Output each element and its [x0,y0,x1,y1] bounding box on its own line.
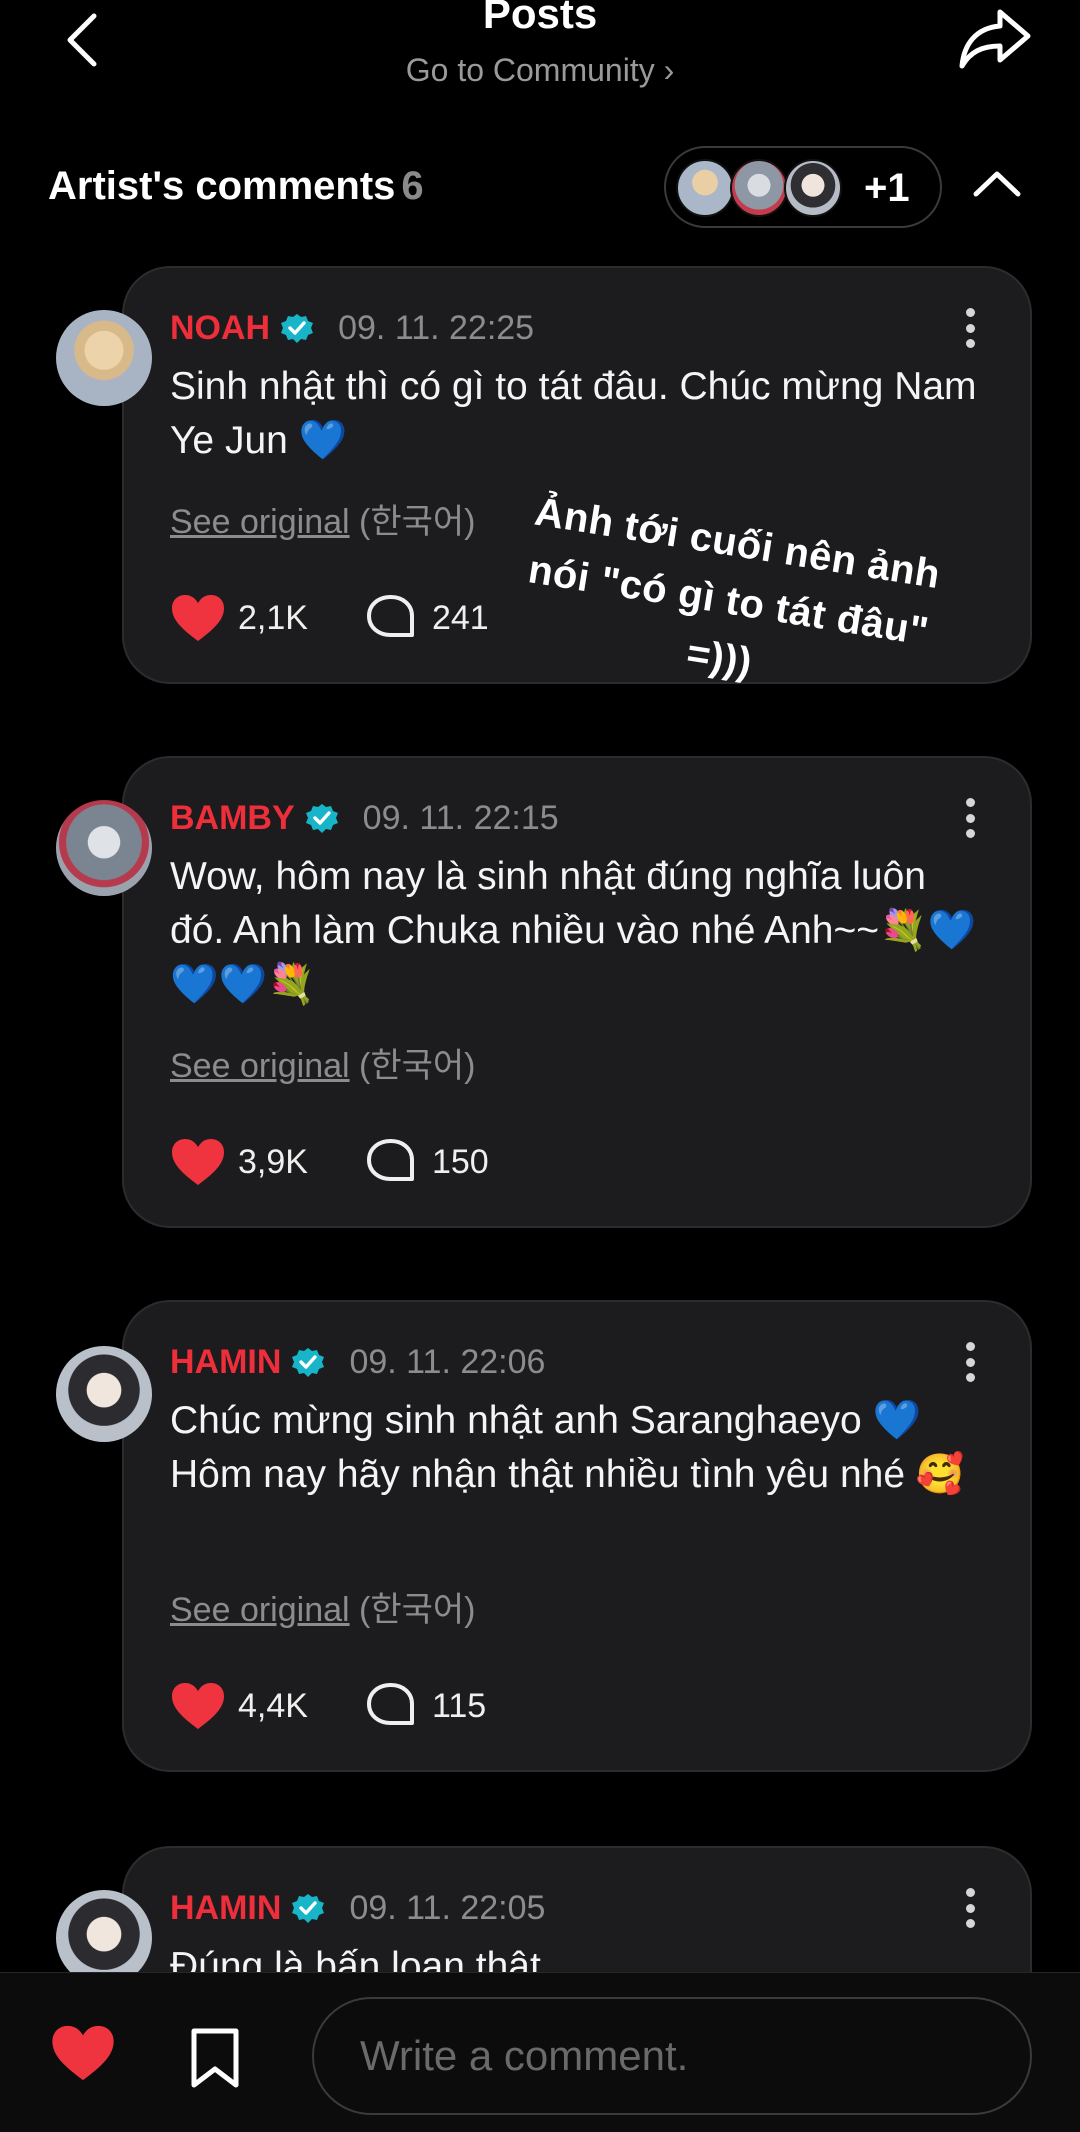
avatar [676,159,734,217]
see-original-row: See original (한국어) [170,1582,476,1631]
verified-icon [291,1345,325,1379]
heart-icon[interactable] [170,1137,226,1187]
avatar [784,159,842,217]
like-count: 3,9K [238,1142,308,1181]
see-original-link[interactable]: See original [170,503,350,541]
heart-icon[interactable] [170,593,226,643]
comment-actions: 3,9K 150 [170,1134,489,1190]
see-original-link[interactable]: See original [170,1591,350,1629]
artist-comments-label: Artist's comments [48,164,396,208]
timestamp: 09. 11. 22:05 [349,1888,546,1927]
more-artists-count: +1 [864,166,910,210]
heart-icon[interactable] [50,2023,116,2083]
original-language: (한국어) [359,1591,476,1629]
timestamp: 09. 11. 22:15 [362,798,559,837]
comment-text: Wow, hôm nay là sinh nhật đúng nghĩa luô… [170,855,977,1006]
author-name[interactable]: HAMIN [170,1343,281,1382]
timestamp: 09. 11. 22:06 [349,1342,546,1381]
top-bar: Posts Go to Community › [0,0,1080,110]
see-original-row: See original (한국어) [170,1038,476,1087]
comment-text: Chúc mừng sinh nhật anh Saranghaeyo 💙 Hô… [170,1399,965,1496]
avatar[interactable] [56,800,152,896]
more-vertical-icon[interactable] [960,1886,980,1930]
avatar [730,159,788,217]
bottom-bar [0,1972,1080,2132]
comment-meta: HAMIN 09. 11. 22:05 [170,1886,545,1930]
comment-actions: 2,1K 241 [170,590,489,646]
comment-card[interactable]: HAMIN 09. 11. 22:06 Chúc mừng sinh nhật … [122,1300,1032,1772]
original-language: (한국어) [359,1047,476,1085]
comment-meta: BAMBY 09. 11. 22:15 [170,796,559,840]
reply-bubble-icon[interactable] [366,1138,416,1186]
see-original-row: See original (한국어) [170,494,476,543]
verified-icon [305,801,339,835]
heart-icon[interactable] [170,1681,226,1731]
reply-bubble-icon[interactable] [366,1682,416,1730]
avatar[interactable] [56,310,152,406]
comment-input[interactable] [312,1997,1032,2115]
bookmark-icon[interactable] [188,2027,242,2089]
verified-icon [280,311,314,345]
page-title: Posts [482,0,598,37]
artist-avatars-pill[interactable]: +1 [664,146,942,228]
reply-count: 115 [431,1686,487,1725]
author-name[interactable]: BAMBY [170,799,295,838]
comment-text: Sinh nhật thì có gì to tát đâu. Chúc mừn… [170,365,977,462]
comment-card[interactable]: BAMBY 09. 11. 22:15 Wow, hôm nay là sinh… [122,756,1032,1228]
like-count: 2,1K [238,598,308,637]
original-language: (한국어) [359,503,476,541]
more-vertical-icon[interactable] [960,796,980,840]
artist-comments-header: Artist's comments 6 +1 [0,140,1080,230]
avatar[interactable] [56,1346,152,1442]
comment-meta: HAMIN 09. 11. 22:06 [170,1340,545,1384]
author-name[interactable]: NOAH [170,309,270,348]
more-vertical-icon[interactable] [960,1340,980,1384]
artist-comments-title: Artist's comments 6 [48,164,424,209]
chevron-up-icon[interactable] [970,162,1024,206]
share-icon[interactable] [958,6,1032,72]
comment-actions: 4,4K 115 [170,1678,486,1734]
reply-count: 150 [431,1142,489,1181]
comment-meta: NOAH 09. 11. 22:25 [170,306,534,350]
verified-icon [291,1891,325,1925]
go-to-community-link[interactable]: Go to Community › [0,52,1080,89]
artist-comments-count: 6 [401,164,424,208]
author-name[interactable]: HAMIN [170,1889,281,1928]
see-original-link[interactable]: See original [170,1047,350,1085]
reply-bubble-icon[interactable] [366,594,416,642]
more-vertical-icon[interactable] [960,306,980,350]
reply-count: 241 [431,598,489,637]
timestamp: 09. 11. 22:25 [338,308,535,347]
like-count: 4,4K [238,1686,308,1725]
